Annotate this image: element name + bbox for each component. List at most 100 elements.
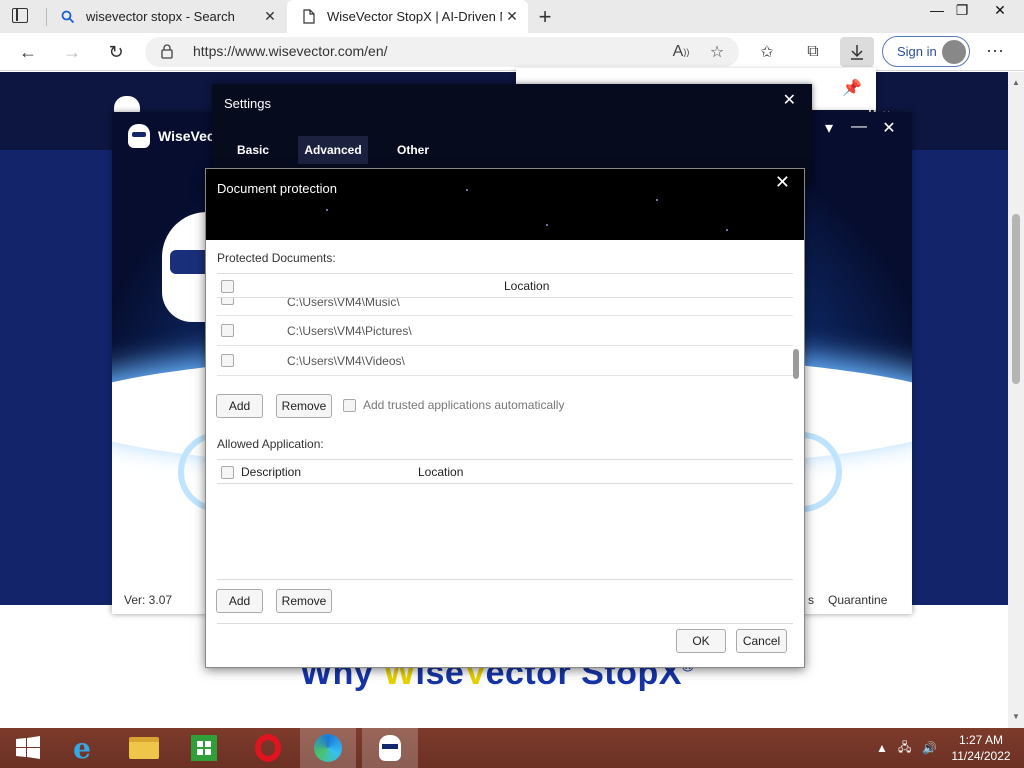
- more-options-icon[interactable]: ···: [986, 40, 1004, 61]
- allowed-applications-table: Description Location: [217, 459, 793, 484]
- new-tab-button[interactable]: +: [533, 4, 557, 30]
- remove-application-button[interactable]: Remove: [276, 589, 332, 613]
- volume-icon[interactable]: 🔊: [922, 728, 937, 768]
- document-protection-dialog: Document protection ✕ Protected Document…: [205, 168, 805, 668]
- download-icon[interactable]: [840, 37, 874, 67]
- select-all-checkbox[interactable]: [221, 280, 234, 293]
- tab-other[interactable]: Other: [386, 136, 440, 164]
- page-icon: [301, 9, 317, 25]
- robot-icon: [128, 124, 150, 148]
- close-window-icon[interactable]: ✕: [985, 0, 1015, 24]
- star-decoration: [726, 229, 728, 231]
- address-bar[interactable]: https://www.wisevector.com/en/: [145, 37, 739, 67]
- row-path: C:\Users\VM4\Music\: [287, 298, 400, 309]
- close-icon[interactable]: ✕: [260, 8, 280, 25]
- add-favorite-icon[interactable]: ☆: [706, 41, 728, 63]
- pin-icon[interactable]: 📌: [842, 78, 862, 98]
- app-footer-fragment[interactable]: s: [808, 593, 814, 607]
- taskbar: e ▲ 🖧 🔊 1:27 AM 11/24/2022: [0, 728, 1024, 768]
- tab-label: wisevector stopx - Search: [86, 9, 235, 24]
- table-scrollbar-thumb[interactable]: [793, 349, 799, 379]
- table-row[interactable]: C:\Users\VM4\Pictures\: [217, 316, 793, 346]
- sign-in-button[interactable]: Sign in: [882, 36, 970, 67]
- ok-button[interactable]: OK: [676, 629, 726, 653]
- forward-icon[interactable]: →: [58, 38, 86, 66]
- star-decoration: [466, 189, 468, 191]
- scroll-up-icon[interactable]: ▲: [1012, 78, 1020, 87]
- read-aloud-icon[interactable]: A)): [670, 41, 692, 63]
- divider: [217, 623, 793, 624]
- search-icon: [60, 9, 76, 25]
- cancel-button[interactable]: Cancel: [736, 629, 787, 653]
- settings-title: Settings: [224, 96, 271, 111]
- tab-advanced[interactable]: Advanced: [298, 136, 368, 164]
- sign-in-label: Sign in: [897, 44, 937, 59]
- add-document-button[interactable]: Add: [216, 394, 263, 418]
- close-icon[interactable]: ✕: [775, 172, 790, 193]
- star-decoration: [546, 224, 548, 226]
- scroll-down-icon[interactable]: ▼: [1012, 712, 1020, 721]
- row-path: C:\Users\VM4\Pictures\: [287, 324, 412, 338]
- close-icon[interactable]: ✕: [783, 90, 796, 110]
- allowed-application-label: Allowed Application:: [217, 437, 324, 451]
- add-application-button[interactable]: Add: [216, 589, 263, 613]
- opera-icon[interactable]: [240, 728, 296, 768]
- star-decoration: [326, 209, 328, 211]
- trusted-apps-label: Add trusted applications automatically: [363, 398, 565, 412]
- lock-icon: [161, 44, 173, 64]
- table-row[interactable]: C:\Users\VM4\Videos\: [217, 346, 793, 376]
- tab-bar: wisevector stopx - Search ✕ WiseVector S…: [0, 0, 1024, 33]
- select-all-checkbox[interactable]: [221, 466, 234, 479]
- tab-actions-icon[interactable]: [12, 8, 28, 23]
- app-minimize-icon[interactable]: —: [848, 118, 870, 136]
- wisevector-taskbar-icon[interactable]: [362, 728, 418, 768]
- tab-basic[interactable]: Basic: [226, 136, 280, 164]
- quarantine-link[interactable]: Quarantine: [828, 593, 887, 607]
- remove-document-button[interactable]: Remove: [276, 394, 332, 418]
- clock-time: 1:27 AM: [958, 733, 1004, 747]
- tab-label: WiseVector StopX | AI-Driven Ma: [327, 9, 502, 24]
- network-icon[interactable]: 🖧: [898, 728, 911, 768]
- clock[interactable]: 1:27 AM 11/24/2022: [945, 732, 1017, 764]
- trusted-apps-checkbox[interactable]: [343, 399, 356, 412]
- column-header-description: Description: [241, 465, 302, 479]
- url-text: https://www.wisevector.com/en/: [193, 43, 388, 59]
- avatar: [942, 40, 966, 64]
- app-logo: WiseVec: [128, 124, 215, 148]
- back-icon[interactable]: ←: [14, 38, 42, 66]
- collections-icon[interactable]: ⧉: [802, 41, 824, 63]
- store-icon[interactable]: [176, 728, 232, 768]
- protected-documents-table: Location C:\Users\VM4\Music\ C:\Users\VM…: [217, 273, 793, 376]
- protected-documents-label: Protected Documents:: [217, 251, 336, 265]
- tab-wisevector[interactable]: WiseVector StopX | AI-Driven Ma ✕: [287, 0, 528, 33]
- app-close-icon[interactable]: ✕: [878, 118, 900, 138]
- table-header: Description Location: [217, 459, 793, 484]
- row-checkbox[interactable]: [221, 354, 234, 367]
- row-path: C:\Users\VM4\Videos\: [287, 354, 405, 368]
- scrollbar-thumb[interactable]: [1012, 214, 1020, 384]
- internet-explorer-icon[interactable]: e: [54, 728, 110, 768]
- page-scrollbar[interactable]: ▲ ▼: [1008, 72, 1024, 728]
- edge-icon[interactable]: [300, 728, 356, 768]
- menu-dropdown-icon[interactable]: ▾: [818, 118, 840, 138]
- tab-search[interactable]: wisevector stopx - Search ✕: [46, 0, 286, 33]
- show-hidden-icons[interactable]: ▲: [876, 728, 888, 768]
- close-icon[interactable]: ✕: [502, 8, 522, 25]
- column-header-location: Location: [504, 279, 550, 293]
- clock-date: 11/24/2022: [951, 749, 1011, 763]
- favorites-icon[interactable]: ✩: [756, 41, 778, 63]
- navigation-bar: ← → ↻ https://www.wisevector.com/en/ A))…: [0, 33, 1024, 71]
- app-version: Ver: 3.07: [124, 593, 173, 607]
- refresh-icon[interactable]: ↻: [102, 38, 130, 66]
- star-decoration: [656, 199, 658, 201]
- row-checkbox[interactable]: [221, 298, 234, 305]
- file-explorer-icon[interactable]: [116, 728, 172, 768]
- app-name: WiseVec: [158, 128, 215, 144]
- table-header: Location: [217, 273, 793, 298]
- row-checkbox[interactable]: [221, 324, 234, 337]
- restore-icon[interactable]: ❐: [947, 0, 977, 24]
- table-row[interactable]: C:\Users\VM4\Music\: [217, 298, 793, 316]
- start-button[interactable]: [0, 728, 56, 768]
- divider: [217, 579, 793, 580]
- dialog-header: Document protection ✕: [206, 169, 804, 240]
